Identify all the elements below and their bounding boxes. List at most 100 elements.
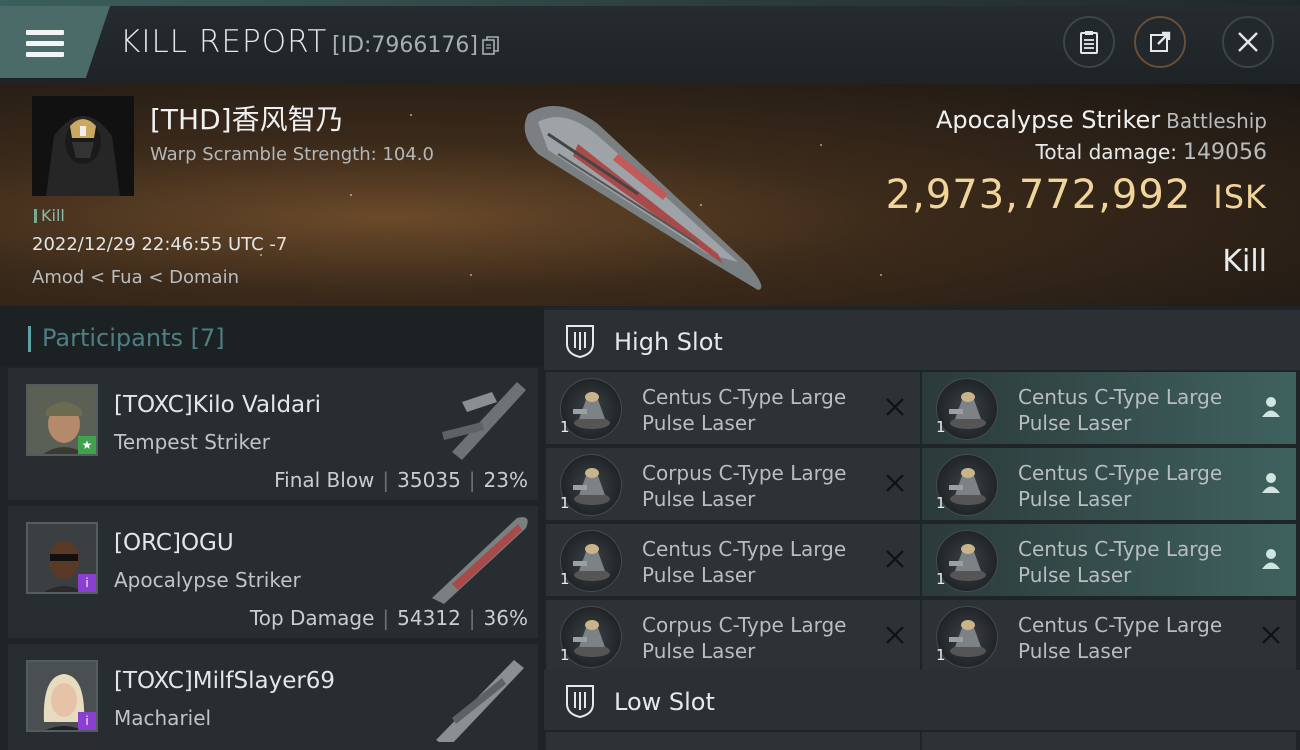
warp-scramble-strength: Warp Scramble Strength: 104.0	[150, 144, 434, 165]
status-badge: i	[78, 712, 96, 730]
item-name-line2: Pulse Laser	[1018, 487, 1132, 511]
avatar[interactable]: i	[26, 660, 98, 732]
participants-header: Participants [7]	[0, 306, 544, 366]
item-name-line2: Pulse Laser	[642, 487, 756, 511]
destroyed-x-icon	[884, 470, 906, 496]
high-slot-header[interactable]: High Slot	[544, 310, 1300, 370]
high-slot-item[interactable]: 1 Corpus C-Type Large Pulse Laser	[546, 448, 920, 520]
item-quantity: 1	[936, 646, 946, 664]
item-name: Corpus C-Type Large Pulse Laser	[642, 612, 862, 664]
high-slot-title: High Slot	[614, 328, 723, 356]
item-quantity: 1	[936, 494, 946, 512]
participant-name: [TOXC]MilfSlayer69	[114, 668, 336, 694]
share-icon	[1150, 31, 1171, 52]
isk-value: 2,973,772,992 ISK	[885, 172, 1267, 218]
participant-ship-image	[436, 660, 524, 742]
victim-ship[interactable]: Apocalypse Striker Battleship	[936, 106, 1267, 134]
destroyed-x-icon	[884, 622, 906, 648]
copy-icon[interactable]	[482, 36, 500, 56]
item-name-line2: Pulse Laser	[642, 411, 756, 435]
clipboard-button[interactable]	[1063, 16, 1115, 68]
participants-title: Participants [7]	[42, 324, 225, 352]
participant-card[interactable]: i [TOXC]MilfSlayer69 Machariel	[8, 644, 538, 750]
participant-ship-image	[432, 517, 528, 604]
slot-icon	[566, 325, 594, 358]
participant-ship-image	[442, 382, 526, 460]
participant-ship: Machariel	[114, 706, 212, 730]
person-icon	[1260, 546, 1282, 572]
high-slot-item[interactable]: 1 Centus C-Type Large Pulse Laser	[922, 448, 1296, 520]
low-slot-header[interactable]: Low Slot	[544, 670, 1300, 730]
high-slot-item[interactable]: 1 Centus C-Type Large Pulse Laser	[546, 372, 920, 444]
item-name-line2: Pulse Laser	[642, 563, 756, 587]
participants-panel: Participants [7] ★ [TOXC]Kilo Valdari Te…	[0, 306, 544, 750]
item-name-line1: Centus C-Type Large	[1018, 461, 1223, 485]
participant-stats: Top Damage | 54312 | 36%	[249, 606, 528, 630]
kill-datetime: 2022/12/29 22:46:55 UTC -7	[32, 234, 288, 255]
item-name-line1: Centus C-Type Large	[1018, 385, 1223, 409]
person-icon	[1260, 470, 1282, 496]
high-slot-item[interactable]: 1 Centus C-Type Large Pulse Laser	[922, 600, 1296, 672]
participant-stats: Final Blow | 35035 | 23%	[274, 468, 528, 492]
high-slot-item[interactable]: 1 Centus C-Type Large Pulse Laser	[546, 524, 920, 596]
participant-name: [ORC]OGU	[114, 530, 234, 556]
item-name-line2: Pulse Laser	[1018, 563, 1132, 587]
kill-marker-icon	[34, 209, 37, 223]
page-title: KILL REPORT	[120, 24, 328, 60]
low-slot-item[interactable]	[546, 732, 920, 750]
participant-card[interactable]: ★ [TOXC]Kilo Valdari Tempest Striker Fin…	[8, 368, 538, 500]
participant-ship: Apocalypse Striker	[114, 568, 301, 592]
participant-ship: Tempest Striker	[114, 430, 270, 454]
item-quantity: 1	[936, 570, 946, 588]
victim-ship-image	[524, 106, 762, 290]
section-marker	[28, 326, 31, 352]
participant-name: [TOXC]Kilo Valdari	[114, 392, 321, 418]
result-label: Kill	[1222, 244, 1267, 279]
item-name-line2: Pulse Laser	[1018, 411, 1132, 435]
item-name-line1: Centus C-Type Large	[642, 385, 847, 409]
low-slot-title: Low Slot	[614, 688, 715, 716]
close-button[interactable]	[1222, 16, 1274, 68]
avatar[interactable]: ★	[26, 384, 98, 456]
item-name: Centus C-Type Large Pulse Laser	[1018, 536, 1238, 588]
item-name: Centus C-Type Large Pulse Laser	[1018, 384, 1238, 436]
menu-button[interactable]	[0, 6, 110, 78]
item-name: Centus C-Type Large Pulse Laser	[1018, 460, 1238, 512]
item-name-line1: Centus C-Type Large	[1018, 537, 1223, 561]
clipboard-icon	[1080, 31, 1098, 54]
item-name-line2: Pulse Laser	[642, 639, 756, 663]
item-name-line1: Centus C-Type Large	[1018, 613, 1223, 637]
item-name-line1: Corpus C-Type Large	[642, 613, 847, 637]
kill-tag: Kill	[34, 206, 65, 225]
destroyed-x-icon	[1260, 622, 1282, 648]
participant-card[interactable]: i [ORC]OGU Apocalypse Striker Top Damage…	[8, 506, 538, 638]
item-name: Centus C-Type Large Pulse Laser	[1018, 612, 1238, 664]
high-slot-item[interactable]: 1 Corpus C-Type Large Pulse Laser	[546, 600, 920, 672]
low-slot-item[interactable]	[922, 732, 1296, 750]
status-badge: i	[78, 574, 96, 592]
high-slot-item[interactable]: 1 Centus C-Type Large Pulse Laser	[922, 372, 1296, 444]
fitting-panel: High Slot 1 Centus C-Type Large Pulse Lase…	[544, 306, 1300, 750]
high-slot-item[interactable]: 1 Centus C-Type Large Pulse Laser	[922, 524, 1296, 596]
item-name: Centus C-Type Large Pulse Laser	[642, 384, 862, 436]
share-button[interactable]	[1134, 16, 1186, 68]
destroyed-x-icon	[884, 394, 906, 420]
item-quantity: 1	[560, 494, 570, 512]
total-damage: Total damage: 149056	[1035, 140, 1267, 165]
hamburger-icon	[26, 30, 64, 60]
item-name-line2: Pulse Laser	[1018, 639, 1132, 663]
item-name-line1: Corpus C-Type Large	[642, 461, 847, 485]
victim-name[interactable]: [THD]香风智乃	[150, 98, 344, 138]
victim-avatar[interactable]	[32, 96, 134, 196]
kill-location[interactable]: Amod < Fua < Domain	[32, 267, 239, 288]
slot-icon	[566, 685, 594, 718]
avatar[interactable]: i	[26, 522, 98, 594]
person-icon	[1260, 394, 1282, 420]
item-quantity: 1	[936, 418, 946, 436]
destroyed-x-icon	[884, 546, 906, 572]
item-quantity: 1	[560, 418, 570, 436]
header-bar: KILL REPORT [ID:7966176]	[0, 0, 1300, 84]
item-name: Centus C-Type Large Pulse Laser	[642, 536, 862, 588]
close-icon	[1238, 32, 1258, 52]
item-name: Corpus C-Type Large Pulse Laser	[642, 460, 862, 512]
